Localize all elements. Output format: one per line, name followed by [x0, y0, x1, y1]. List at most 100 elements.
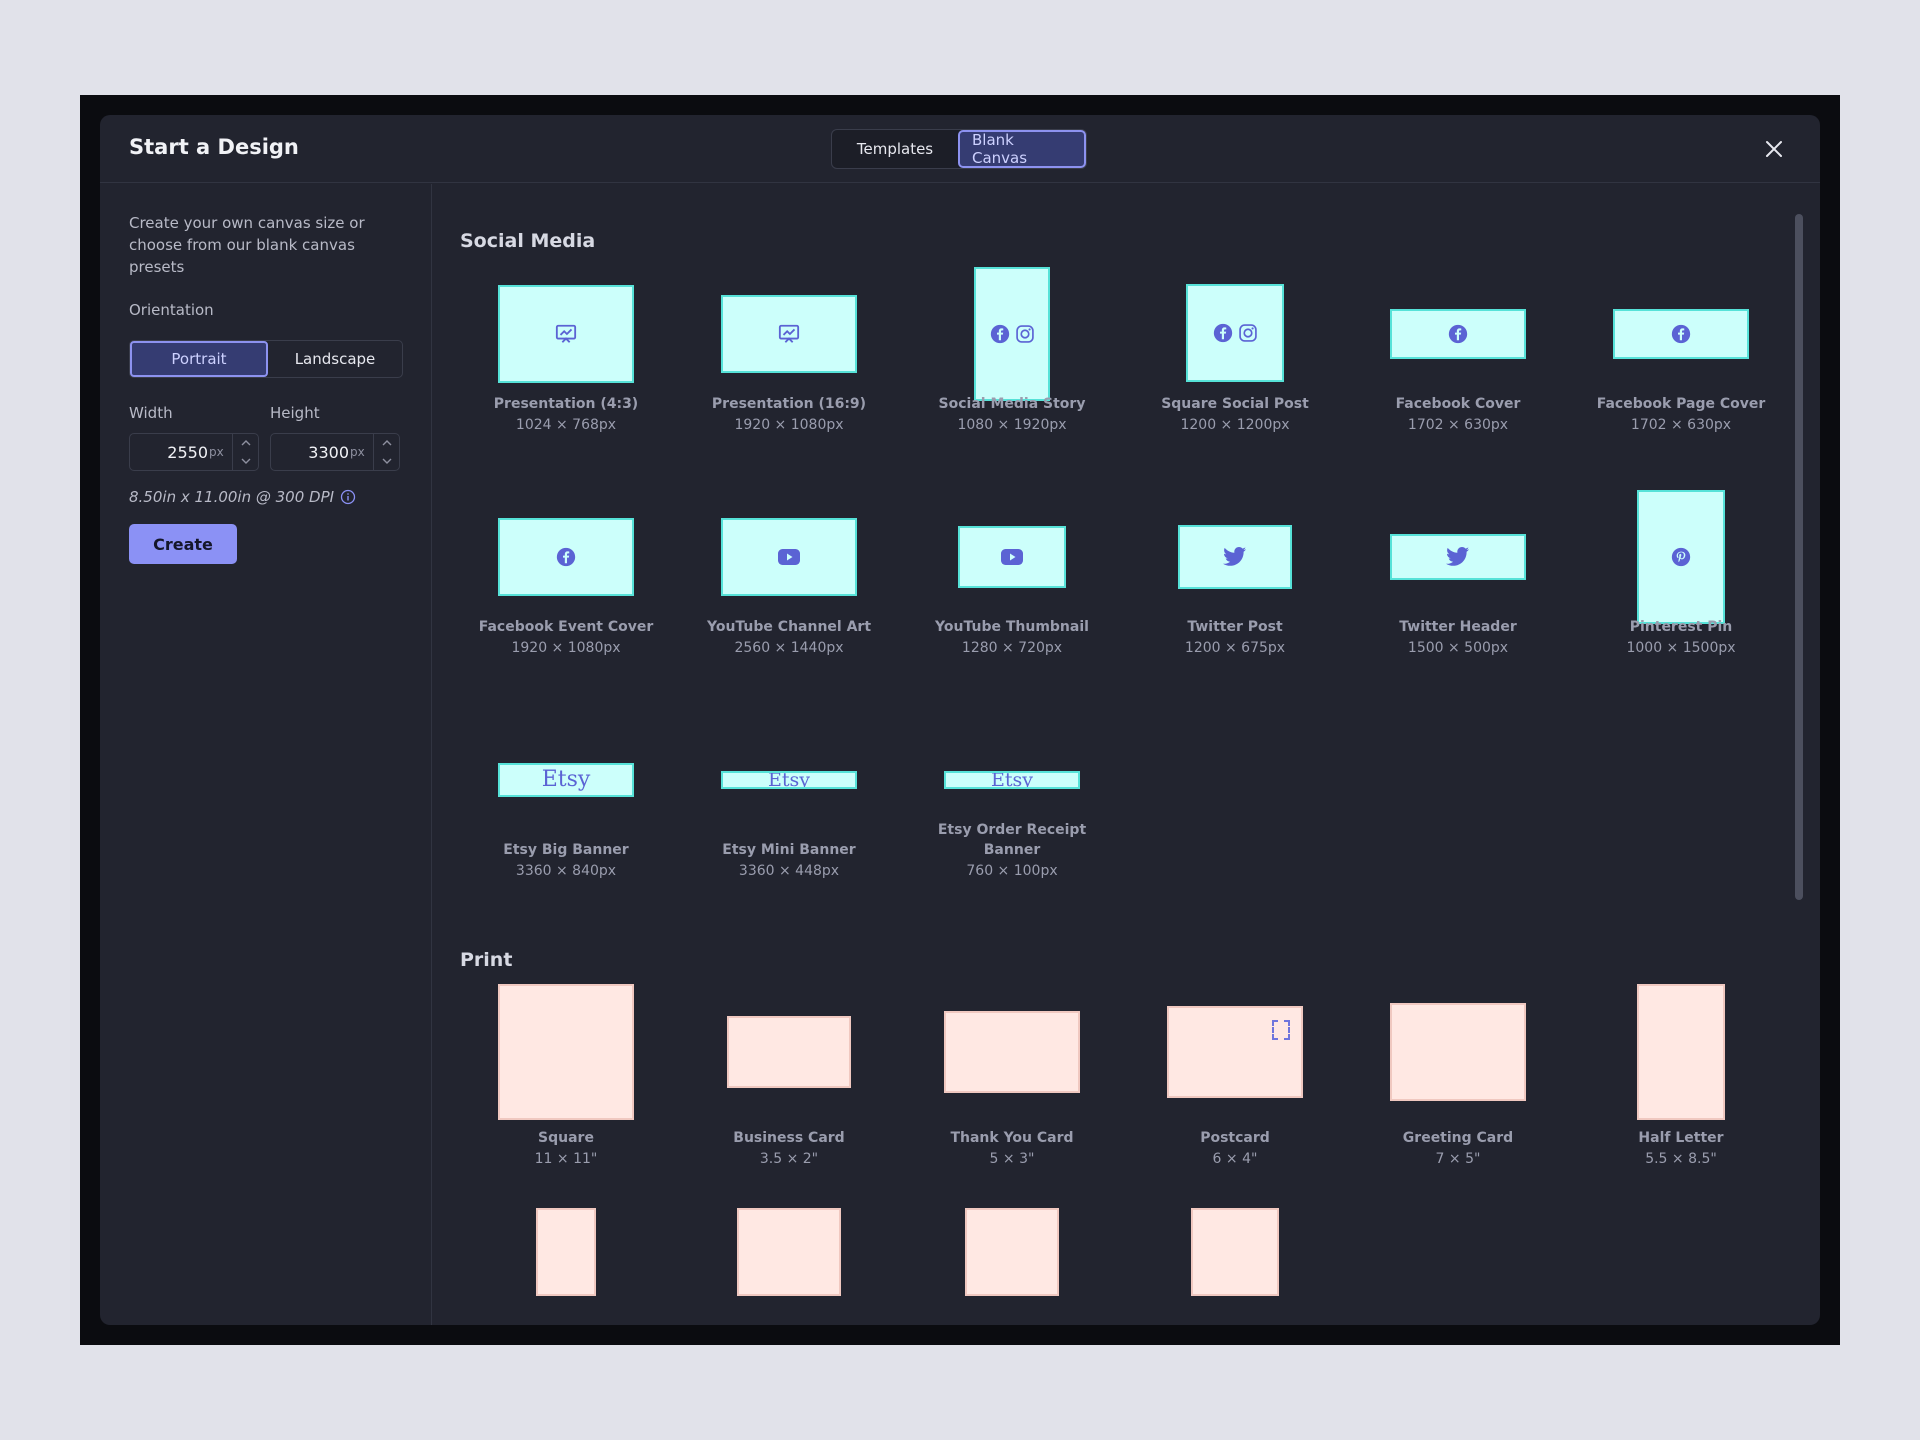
- preset-name: Twitter Post: [1187, 619, 1283, 635]
- preset-twitter-header[interactable]: Twitter Header 1500 × 500px: [1358, 487, 1558, 677]
- width-unit: px: [209, 445, 224, 459]
- twitter-icon: [1223, 547, 1246, 566]
- modal-title: Start a Design: [129, 135, 299, 159]
- etsy-logo: Etsy: [541, 767, 591, 792]
- preset-postcard[interactable]: Postcard 6 × 4": [1135, 984, 1335, 1167]
- thumbnail: [1178, 525, 1292, 589]
- create-button[interactable]: Create: [129, 524, 237, 564]
- preset-social-media-story[interactable]: Social Media Story 1080 × 1920px: [912, 264, 1112, 454]
- preset-presentation-4-3[interactable]: Presentation (4:3) 1024 × 768px: [466, 264, 666, 454]
- facebook-icon: [990, 324, 1009, 344]
- preset-name: Greeting Card: [1402, 1130, 1514, 1146]
- width-field: px: [129, 433, 259, 471]
- preset-etsy-order-receipt-banner[interactable]: Etsy Etsy Order Receipt Banner 760 × 100…: [912, 710, 1112, 900]
- preset-thank-you-card[interactable]: Thank You Card 5 × 3": [912, 984, 1112, 1167]
- dpi-text: 8.50in x 11.00in @ 300 DPI: [129, 488, 335, 506]
- modal-header: Start a Design Templates Blank Canvas: [100, 115, 1820, 183]
- preset-size: 760 × 100px: [966, 863, 1058, 879]
- preset-name: Square Social Post: [1161, 396, 1309, 412]
- thumbnail: [1637, 490, 1725, 624]
- width-input[interactable]: [132, 436, 208, 468]
- preset-greeting-card[interactable]: Greeting Card 7 × 5": [1358, 984, 1558, 1167]
- preset-print-thumbnail[interactable]: [689, 1208, 889, 1308]
- width-decrement-button[interactable]: [233, 452, 259, 470]
- intro-text: Create your own canvas size or choose fr…: [129, 214, 365, 276]
- thumbnail: [1390, 309, 1526, 359]
- width-increment-button[interactable]: [233, 434, 259, 452]
- preset-size: 3360 × 448px: [738, 863, 840, 879]
- preset-twitter-post[interactable]: Twitter Post 1200 × 675px: [1135, 487, 1335, 677]
- preset-print-thumbnail[interactable]: [466, 1208, 666, 1308]
- preset-name: YouTube Channel Art: [706, 619, 872, 635]
- thumbnail: [1191, 1208, 1279, 1296]
- orientation-toggle: Portrait Landscape: [129, 340, 403, 378]
- tab-blank-canvas[interactable]: Blank Canvas: [958, 130, 1086, 168]
- portrait-button[interactable]: Portrait: [130, 341, 268, 377]
- height-label: Height: [270, 404, 320, 422]
- preset-name: Facebook Page Cover: [1596, 396, 1766, 412]
- thumbnail: [721, 295, 857, 373]
- thumbnail: [1390, 1003, 1526, 1101]
- close-button[interactable]: [1760, 135, 1788, 163]
- preset-size: 1702 × 630px: [1630, 417, 1732, 433]
- preset-size: 1280 × 720px: [961, 640, 1063, 656]
- tab-templates[interactable]: Templates: [832, 130, 958, 168]
- preset-facebook-page-cover[interactable]: Facebook Page Cover 1702 × 630px: [1581, 264, 1781, 454]
- preset-half-letter[interactable]: Half Letter 5.5 × 8.5": [1581, 984, 1781, 1167]
- preset-etsy-mini-banner[interactable]: Etsy Etsy Mini Banner 3360 × 448px: [689, 710, 889, 900]
- landscape-button[interactable]: Landscape: [268, 341, 402, 377]
- preset-size: 1920 × 1080px: [734, 417, 844, 433]
- preset-name: Thank You Card: [950, 1130, 1074, 1146]
- thumbnail: [974, 267, 1050, 401]
- preset-business-card[interactable]: Business Card 3.5 × 2": [689, 984, 889, 1167]
- instagram-icon: [1015, 325, 1034, 343]
- preset-facebook-event-cover[interactable]: Facebook Event Cover 1920 × 1080px: [466, 487, 666, 677]
- preset-size: 11 × 11": [534, 1151, 598, 1167]
- dpi-info: 8.50in x 11.00in @ 300 DPI: [129, 488, 356, 506]
- thumbnail: [498, 984, 634, 1120]
- preset-square-social-post[interactable]: Square Social Post 1200 × 1200px: [1135, 264, 1335, 454]
- preset-name: YouTube Thumbnail: [935, 619, 1089, 635]
- preset-size: 1500 × 500px: [1407, 640, 1509, 656]
- preset-size: 1000 × 1500px: [1626, 640, 1736, 656]
- preset-name: Etsy Mini Banner: [722, 842, 856, 858]
- info-icon[interactable]: [340, 489, 356, 505]
- preset-name: Facebook Cover: [1395, 396, 1521, 412]
- twitter-icon: [1446, 547, 1469, 566]
- thumbnail: [721, 518, 857, 596]
- preset-size: 1080 × 1920px: [957, 417, 1067, 433]
- preset-youtube-thumbnail[interactable]: YouTube Thumbnail 1280 × 720px: [912, 487, 1112, 677]
- preset-print-thumbnail[interactable]: [912, 1208, 1112, 1308]
- scrollbar[interactable]: [1795, 214, 1803, 900]
- facebook-icon: [1213, 323, 1232, 343]
- canvas-settings-panel: Create your own canvas size or choose fr…: [100, 184, 432, 1325]
- preset-name: Facebook Event Cover: [478, 619, 654, 635]
- thumbnail: [727, 1016, 851, 1088]
- preset-presentation-16-9[interactable]: Presentation (16:9) 1920 × 1080px: [689, 264, 889, 454]
- facebook-icon: [556, 547, 576, 567]
- preset-facebook-cover[interactable]: Facebook Cover 1702 × 630px: [1358, 264, 1558, 454]
- preset-size: 3.5 × 2": [759, 1151, 819, 1167]
- preset-print-square[interactable]: Square 11 × 11": [466, 984, 666, 1167]
- preset-size: 1920 × 1080px: [511, 640, 621, 656]
- facebook-icon: [1448, 324, 1468, 344]
- height-input[interactable]: [273, 436, 349, 468]
- preset-name: Social Media Story: [938, 396, 1086, 412]
- height-decrement-button[interactable]: [374, 452, 400, 470]
- preset-etsy-big-banner[interactable]: Etsy Etsy Big Banner 3360 × 840px: [466, 710, 666, 900]
- preset-size: 5 × 3": [989, 1151, 1035, 1167]
- preset-name: Pinterest Pin: [1629, 619, 1733, 635]
- preset-youtube-channel-art[interactable]: YouTube Channel Art 2560 × 1440px: [689, 487, 889, 677]
- preset-print-thumbnail[interactable]: [1135, 1208, 1335, 1308]
- height-increment-button[interactable]: [374, 434, 400, 452]
- thumbnail: [737, 1208, 841, 1296]
- preset-name: Twitter Header: [1399, 619, 1517, 635]
- presentation-icon: [778, 324, 800, 343]
- presentation-icon: [555, 324, 577, 343]
- preset-pinterest-pin[interactable]: Pinterest Pin 1000 × 1500px: [1581, 487, 1781, 677]
- youtube-icon: [778, 549, 800, 565]
- preset-size: 6 × 4": [1212, 1151, 1258, 1167]
- width-label: Width: [129, 404, 173, 422]
- stamp-icon: [1272, 1020, 1290, 1040]
- height-unit: px: [350, 445, 365, 459]
